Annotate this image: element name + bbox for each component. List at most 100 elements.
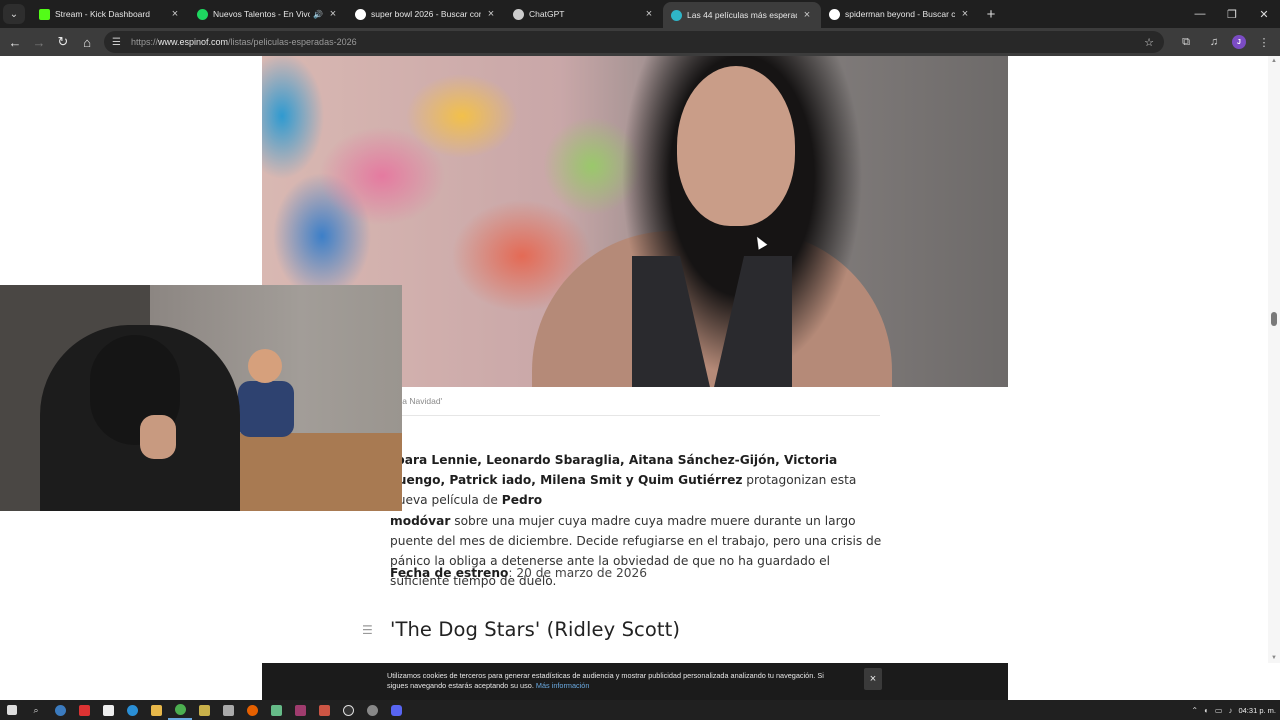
cookie-close-button[interactable]: × [864,668,882,690]
network-icon[interactable]: ▭ [1215,706,1223,715]
chatgpt-icon [513,8,524,20]
extensions-icon[interactable]: ⧉ [1176,30,1196,54]
media-control-icon[interactable]: ♫ [1204,30,1224,54]
obs-icon[interactable] [336,700,360,720]
scroll-down-icon[interactable]: ▼ [1271,655,1277,661]
home-icon[interactable]: ⌂ [75,30,99,54]
caption-divider [390,415,880,416]
scrollbar-thumb[interactable] [1271,312,1277,326]
url-path: /listas/peliculas-esperadas-2026 [228,37,357,47]
explorer-icon[interactable] [144,700,168,720]
app-icon-red[interactable] [72,700,96,720]
figure-face [677,66,795,226]
webcam-overlay [0,285,402,511]
browser-toolbar: ← → ↻ ⌂ ☰ https://www.espinof.com/listas… [0,28,1280,56]
kick-icon [39,8,50,20]
tab-close-icon[interactable]: × [327,8,339,20]
release-label: Fecha de estreno [390,566,509,580]
browser-tab-strip: ⌄ Stream - Kick Dashboard × Nuevos Talento… [0,0,1280,28]
restore-icon[interactable]: ❐ [1216,0,1248,28]
tab-close-icon[interactable]: × [801,9,813,21]
volume-icon[interactable]: ♪ [1228,706,1232,715]
tab-title: Stream - Kick Dashboard [55,9,150,19]
toolbar-actions: ⧉ ♫ J ⋮ [1176,30,1274,54]
tab-title: spiderman beyond - Buscar con [845,9,955,19]
screen: ⌄ Stream - Kick Dashboard × Nuevos Talento… [0,0,1280,720]
start-icon[interactable] [0,700,24,720]
tray-chevron-icon[interactable]: ⌃ [1191,706,1198,715]
browser-tab[interactable]: Las 44 películas más esperadas × [663,2,821,28]
discord-icon[interactable] [384,700,408,720]
tab-close-icon[interactable]: × [959,8,971,20]
scroll-up-icon[interactable]: ▲ [1271,58,1277,64]
site-info-icon[interactable]: ☰ [112,37,121,48]
back-icon[interactable]: ← [3,30,27,54]
page-bottom-right [1008,663,1268,700]
browser-tab[interactable]: super bowl 2026 - Buscar con G × [347,0,505,28]
system-tray: ⌃ ◐ ▭ ♪ 04:31 p. m. [1191,700,1276,720]
tab-list: Stream - Kick Dashboard × Nuevos Talentos … [31,0,979,28]
menu-icon[interactable]: ⋮ [1254,30,1274,54]
tab-title: ChatGPT [529,9,565,19]
page-bottom-left [0,663,262,700]
windows-taskbar: ⌕ ⌃ ◐ ▭ ♪ 04:31 p. m. [0,700,1280,720]
page-scrollbar[interactable]: ▲ ▼ [1268,56,1280,663]
bookmark-star-icon[interactable]: ☆ [1144,36,1154,49]
new-tab-button[interactable]: + [979,6,1003,23]
section-title: 'The Dog Stars' (Ridley Scott) [390,618,681,641]
director-prefix: Pedro [501,493,543,508]
tab-title: super bowl 2026 - Buscar con G [371,9,481,19]
table-of-contents-icon[interactable]: ☰ [362,624,378,636]
browser-tab[interactable]: ChatGPT × [505,0,663,28]
close-window-icon[interactable]: ✕ [1248,0,1280,28]
steam-icon[interactable] [48,700,72,720]
google-icon [355,8,366,20]
release-date: Fecha de estreno: 20 de marzo de 2026 [390,566,647,580]
webcam-doll-body [238,381,294,437]
tab-close-icon[interactable]: × [169,8,181,20]
url-scheme: https:// [130,37,158,47]
edge-icon[interactable] [120,700,144,720]
chrome-icon[interactable] [168,700,192,720]
tab-close-icon[interactable]: × [643,8,655,20]
browser-tab[interactable]: Nuevos Talentos - En Vivo 🔊 × [189,0,347,28]
app-icon-yellow[interactable] [192,700,216,720]
cookie-message: Utilizamos cookies de terceros para gene… [387,671,837,691]
browser-tab[interactable]: spiderman beyond - Buscar con × [821,0,979,28]
minimize-icon[interactable]: — [1184,0,1216,28]
url-host: www.espinof.com [157,37,229,47]
tab-title: Las 44 películas más esperadas [687,10,797,20]
webcam-doll-head [248,349,282,383]
director-name: modóvar [390,513,451,528]
espinof-icon [671,9,682,21]
profile-avatar[interactable]: J [1232,35,1246,49]
google-icon [829,8,840,20]
notepad-icon[interactable] [96,700,120,720]
address-bar[interactable]: ☰ https://www.espinof.com/listas/pelicul… [104,31,1164,53]
firefox-icon[interactable] [240,700,264,720]
app-icon-grid[interactable] [264,700,288,720]
tab-audio-icon[interactable]: 🔊 [313,10,323,19]
tab-close-icon[interactable]: × [485,8,497,20]
app-icon-circle[interactable] [360,700,384,720]
app-icon-cube[interactable] [216,700,240,720]
cookie-message-text: Utilizamos cookies de terceros para gene… [387,671,824,690]
cookie-more-info-link[interactable]: Más información [536,681,590,690]
window-controls: — ❐ ✕ [1184,0,1280,28]
tab-title: Nuevos Talentos - En Vivo [213,9,311,19]
browser-tab[interactable]: Stream - Kick Dashboard × [31,0,189,28]
webcam-person-hand [140,415,176,459]
webcam-desk [220,433,402,511]
release-value: : 20 de marzo de 2026 [508,566,648,580]
cookie-banner: Utilizamos cookies de terceros para gene… [262,663,1008,700]
tab-search-button[interactable]: ⌄ [3,4,25,24]
search-icon[interactable]: ⌕ [24,700,48,720]
spotify-icon [197,8,208,20]
app-icon-multicolor[interactable] [312,700,336,720]
clock[interactable]: 04:31 p. m. [1238,706,1276,715]
section-heading: ☰ 'The Dog Stars' (Ridley Scott) [362,618,680,641]
forward-icon[interactable]: → [27,30,51,54]
app-icon-magenta[interactable] [288,700,312,720]
tray-app-icon[interactable]: ◐ [1204,706,1209,715]
reload-icon[interactable]: ↻ [51,30,75,54]
